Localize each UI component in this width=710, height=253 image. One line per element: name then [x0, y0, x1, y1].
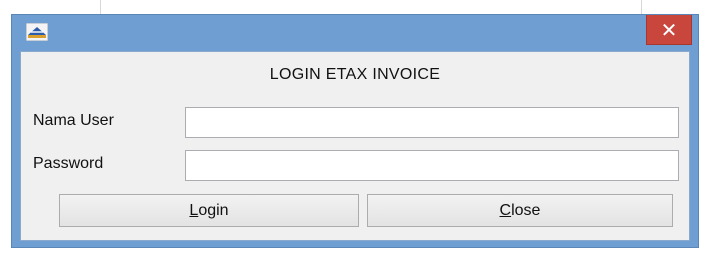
- login-dialog: ✕ LOGIN ETAX INVOICE Nama User Password …: [11, 14, 699, 248]
- screen: ✕ LOGIN ETAX INVOICE Nama User Password …: [0, 0, 710, 253]
- background-divider: [100, 0, 101, 14]
- close-mnemonic: C: [499, 201, 512, 219]
- username-input[interactable]: [185, 107, 679, 138]
- close-button[interactable]: Close: [367, 194, 673, 227]
- close-window-button[interactable]: ✕: [646, 15, 692, 45]
- login-label-rest: ogin: [198, 201, 229, 219]
- background-divider: [641, 0, 642, 14]
- login-button[interactable]: Login: [59, 194, 359, 227]
- close-icon: ✕: [660, 17, 678, 42]
- dialog-body: LOGIN ETAX INVOICE Nama User Password Lo…: [20, 51, 690, 241]
- close-label-rest: lose: [511, 201, 541, 219]
- login-mnemonic: L: [189, 201, 199, 219]
- password-label: Password: [33, 155, 104, 172]
- title-bar[interactable]: ✕: [12, 15, 698, 51]
- username-label: Nama User: [33, 112, 114, 129]
- password-input[interactable]: [185, 150, 679, 181]
- etax-logo-icon: [26, 23, 48, 41]
- form-title: LOGIN ETAX INVOICE: [269, 66, 441, 83]
